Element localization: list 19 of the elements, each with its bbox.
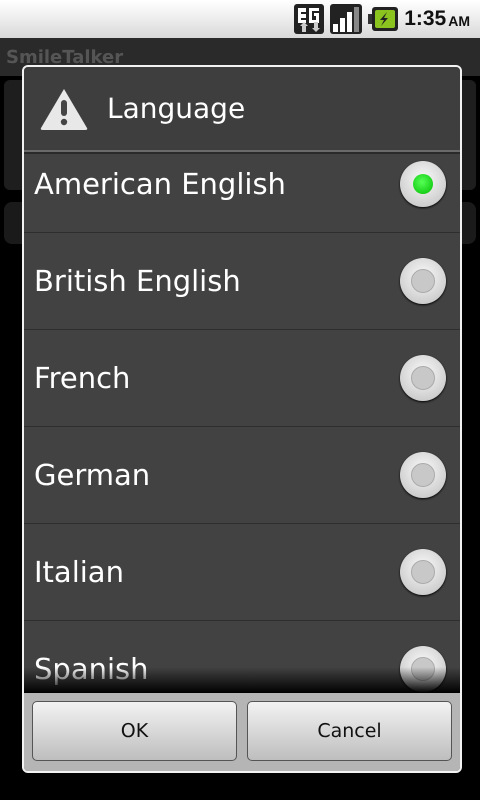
dialog-button[interactable]: OK — [32, 701, 237, 761]
clock-time: 1:35 — [404, 7, 446, 31]
battery-charging-icon — [368, 7, 398, 31]
radio-button[interactable] — [400, 161, 446, 207]
language-option[interactable]: German — [24, 427, 460, 524]
radio-button[interactable] — [400, 452, 446, 498]
language-option[interactable]: American English — [24, 154, 460, 233]
radio-button[interactable] — [400, 355, 446, 401]
radio-button[interactable] — [400, 258, 446, 304]
dialog-title: Language — [107, 92, 246, 125]
radio-button[interactable] — [400, 646, 446, 692]
radio-button[interactable] — [400, 549, 446, 595]
clock-am-pm: AM — [448, 13, 470, 29]
language-option[interactable]: Italian — [24, 524, 460, 621]
signal-icon — [330, 4, 362, 34]
warning-icon — [39, 86, 89, 130]
dialog-button[interactable]: Cancel — [247, 701, 452, 761]
language-option[interactable]: British English — [24, 233, 460, 330]
language-option[interactable]: French — [24, 330, 460, 427]
